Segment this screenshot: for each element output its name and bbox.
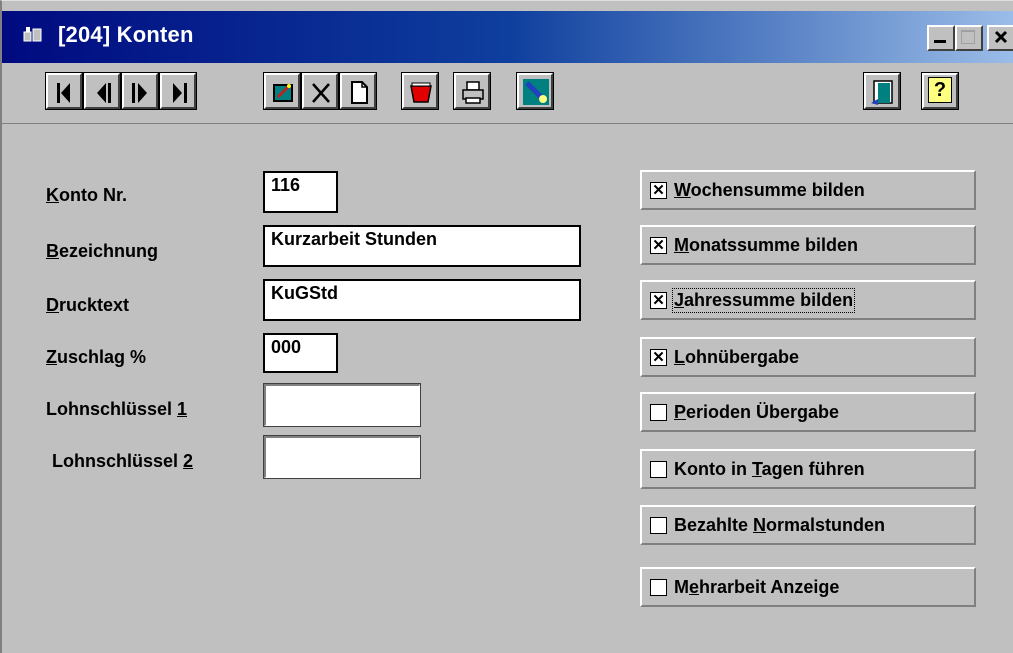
label-mnemonic: W xyxy=(674,180,691,200)
basket-button[interactable] xyxy=(401,72,439,110)
label-part: ochensumme bilden xyxy=(690,180,865,200)
option-konto-in-tagen-checkbox[interactable]: Konto in Tagen führen xyxy=(640,449,976,489)
zuschlag-label: Zuschlag % xyxy=(46,347,147,367)
option-label: Mehrarbeit Anzeige xyxy=(674,577,839,598)
close-button[interactable] xyxy=(987,25,1013,51)
label-mnemonic: e xyxy=(689,577,700,597)
minimize-button[interactable] xyxy=(927,25,955,51)
label-part: ormalstunden xyxy=(766,515,886,535)
print-button[interactable] xyxy=(453,72,491,110)
previous-icon xyxy=(97,83,111,103)
konto-nr-label: Konto Nr. xyxy=(46,185,127,205)
label-part: ahressumme bilden xyxy=(684,290,854,310)
drucktext-label: Drucktext xyxy=(46,295,130,315)
close-icon xyxy=(994,30,1008,44)
option-lohnuebergabe-checkbox[interactable]: ✕ Lohnübergabe xyxy=(640,337,976,377)
option-label: Lohnübergabe xyxy=(674,347,799,368)
new-record-button[interactable] xyxy=(339,72,377,110)
option-mehrarbeit-anzeige-checkbox[interactable]: Mehrarbeit Anzeige xyxy=(640,567,976,607)
last-record-button[interactable] xyxy=(159,72,197,110)
label-part: hrarbeit Anzeige xyxy=(699,577,840,597)
new-document-icon xyxy=(351,81,368,104)
minimize-icon xyxy=(934,40,946,43)
print-icon xyxy=(462,81,484,104)
label-part: ohnübergabe xyxy=(685,347,800,367)
checked-box-icon[interactable]: ✕ xyxy=(650,349,667,366)
option-monatssumme-checkbox[interactable]: ✕ Monatssumme bilden xyxy=(640,225,976,265)
delete-icon xyxy=(312,83,330,103)
maximize-icon xyxy=(961,30,975,44)
unchecked-box-icon[interactable] xyxy=(650,579,667,596)
next-record-button[interactable] xyxy=(121,72,159,110)
last-icon xyxy=(173,83,187,103)
label-mnemonic: T xyxy=(751,459,762,479)
edit-button[interactable] xyxy=(263,72,301,110)
unchecked-box-icon[interactable] xyxy=(650,461,667,478)
lohnschluessel-1-label: Lohnschlüssel 1 xyxy=(46,399,188,419)
option-label: Perioden Übergabe xyxy=(674,402,839,423)
label-mnemonic: N xyxy=(753,515,767,535)
next-icon xyxy=(132,83,147,103)
konto-nr-input[interactable]: 116 xyxy=(263,171,338,213)
previous-record-button[interactable] xyxy=(83,72,121,110)
label-part: Bezahlte xyxy=(674,515,754,535)
konten-window: [204] Konten ? Konto Nr. 116 Bezeichnung… xyxy=(0,0,1013,653)
app-icon xyxy=(23,27,42,42)
label-part: Konto in xyxy=(674,459,752,479)
option-label: Monatssumme bilden xyxy=(674,235,858,256)
option-wochensumme-checkbox[interactable]: ✕ Wochensumme bilden xyxy=(640,170,976,210)
title-bar[interactable]: [204] Konten xyxy=(2,11,1013,63)
option-label: Wochensumme bilden xyxy=(674,180,865,201)
search-button[interactable] xyxy=(516,72,554,110)
checked-box-icon[interactable]: ✕ xyxy=(650,237,667,254)
edit-icon xyxy=(273,84,293,102)
bezeichnung-label: Bezeichnung xyxy=(46,241,159,261)
help-button[interactable]: ? xyxy=(921,72,959,110)
exit-door-icon xyxy=(871,80,893,105)
bezeichnung-input[interactable]: Kurzarbeit Stunden xyxy=(263,225,581,267)
drucktext-input[interactable]: KuGStd xyxy=(263,279,581,321)
option-perioden-uebergabe-checkbox[interactable]: Perioden Übergabe xyxy=(640,392,976,432)
label-mnemonic: L xyxy=(674,347,685,367)
option-label: Jahressumme bilden xyxy=(671,288,856,313)
maximize-button[interactable] xyxy=(955,25,983,51)
option-label: Konto in Tagen führen xyxy=(674,459,865,480)
label-part: onatssumme bilden xyxy=(689,235,859,255)
unchecked-box-icon[interactable] xyxy=(650,404,667,421)
lohnschluessel-2-label: Lohnschlüssel 2 xyxy=(52,451,194,471)
option-jahressumme-checkbox[interactable]: ✕ Jahressumme bilden xyxy=(640,280,976,320)
option-bezahlte-normalstunden-checkbox[interactable]: Bezahlte Normalstunden xyxy=(640,505,976,545)
window-title: [204] Konten xyxy=(58,22,194,47)
first-icon xyxy=(57,83,70,103)
label-mnemonic: M xyxy=(674,235,689,255)
lohnschluessel-1-input[interactable] xyxy=(263,383,421,427)
first-record-button[interactable] xyxy=(45,72,83,110)
help-icon: ? xyxy=(928,77,952,103)
label-part: erioden Übergabe xyxy=(686,402,840,422)
label-mnemonic: P xyxy=(674,402,687,422)
toolbar: ? xyxy=(2,63,1013,124)
delete-button[interactable] xyxy=(301,72,339,110)
lohnschluessel-2-input[interactable] xyxy=(263,435,421,479)
checked-box-icon[interactable]: ✕ xyxy=(650,292,667,309)
search-icon xyxy=(523,79,549,105)
label-mnemonic: J xyxy=(674,290,685,310)
checked-box-icon[interactable]: ✕ xyxy=(650,182,667,199)
zuschlag-input[interactable]: 000 xyxy=(263,333,338,373)
exit-button[interactable] xyxy=(863,72,901,110)
label-part: agen führen xyxy=(761,459,865,479)
basket-icon xyxy=(410,82,432,103)
option-label: Bezahlte Normalstunden xyxy=(674,515,885,536)
unchecked-box-icon[interactable] xyxy=(650,517,667,534)
label-part: M xyxy=(674,577,689,597)
